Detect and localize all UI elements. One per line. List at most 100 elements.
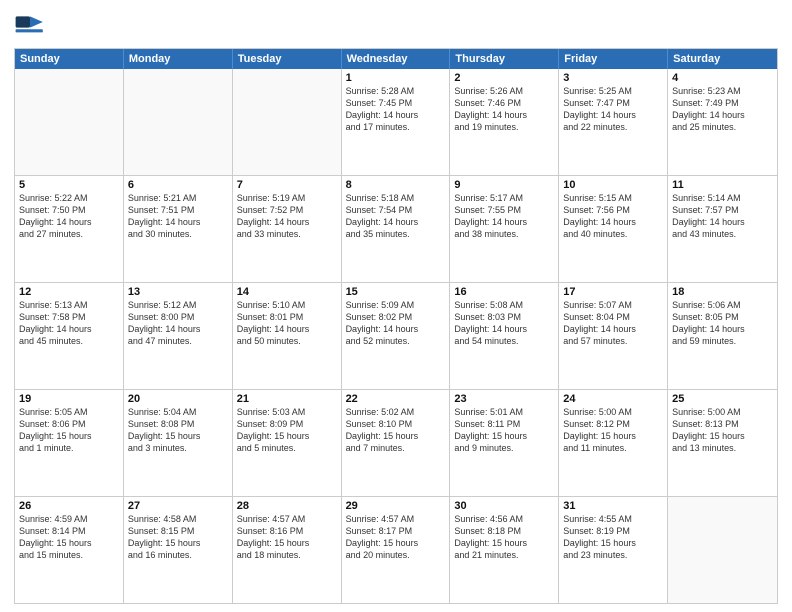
cell-info-line: Sunrise: 5:15 AM <box>563 192 663 204</box>
calendar-cell: 6Sunrise: 5:21 AMSunset: 7:51 PMDaylight… <box>124 176 233 282</box>
logo <box>14 10 49 42</box>
cell-info-line: Sunrise: 4:55 AM <box>563 513 663 525</box>
calendar-cell: 25Sunrise: 5:00 AMSunset: 8:13 PMDayligh… <box>668 390 777 496</box>
cell-info-line: Sunrise: 5:25 AM <box>563 85 663 97</box>
cell-info-line: and 30 minutes. <box>128 228 228 240</box>
cell-info-line: Daylight: 14 hours <box>672 216 773 228</box>
cell-info-line: Daylight: 14 hours <box>237 323 337 335</box>
cell-info-line: Sunset: 8:19 PM <box>563 525 663 537</box>
cell-info-line: and 35 minutes. <box>346 228 446 240</box>
cell-info-line: Sunrise: 5:01 AM <box>454 406 554 418</box>
cell-info-line: Sunset: 8:14 PM <box>19 525 119 537</box>
cell-info-line: Sunset: 7:46 PM <box>454 97 554 109</box>
cell-info-line: Sunset: 7:49 PM <box>672 97 773 109</box>
cell-info-line: and 13 minutes. <box>672 442 773 454</box>
calendar-cell: 29Sunrise: 4:57 AMSunset: 8:17 PMDayligh… <box>342 497 451 603</box>
cell-info-line: and 23 minutes. <box>563 549 663 561</box>
calendar-cell: 22Sunrise: 5:02 AMSunset: 8:10 PMDayligh… <box>342 390 451 496</box>
cell-info-line: Sunrise: 4:59 AM <box>19 513 119 525</box>
cell-info-line: and 38 minutes. <box>454 228 554 240</box>
cell-info-line: Daylight: 14 hours <box>672 109 773 121</box>
cell-info-line: Sunrise: 5:10 AM <box>237 299 337 311</box>
cell-info-line: Sunset: 7:57 PM <box>672 204 773 216</box>
cell-info-line: Sunset: 8:11 PM <box>454 418 554 430</box>
calendar: SundayMondayTuesdayWednesdayThursdayFrid… <box>14 48 778 604</box>
cell-info-line: Daylight: 14 hours <box>454 323 554 335</box>
header-day-tuesday: Tuesday <box>233 49 342 69</box>
cell-info-line: Daylight: 15 hours <box>672 430 773 442</box>
day-number: 17 <box>563 286 663 298</box>
calendar-cell: 19Sunrise: 5:05 AMSunset: 8:06 PMDayligh… <box>15 390 124 496</box>
day-number: 24 <box>563 393 663 405</box>
calendar-cell: 28Sunrise: 4:57 AMSunset: 8:16 PMDayligh… <box>233 497 342 603</box>
header-day-wednesday: Wednesday <box>342 49 451 69</box>
day-number: 29 <box>346 500 446 512</box>
cell-info-line: Sunrise: 5:22 AM <box>19 192 119 204</box>
cell-info-line: and 7 minutes. <box>346 442 446 454</box>
calendar-cell: 30Sunrise: 4:56 AMSunset: 8:18 PMDayligh… <box>450 497 559 603</box>
cell-info-line: Sunrise: 4:56 AM <box>454 513 554 525</box>
calendar-body: 1Sunrise: 5:28 AMSunset: 7:45 PMDaylight… <box>15 69 777 603</box>
day-number: 19 <box>19 393 119 405</box>
cell-info-line: Daylight: 15 hours <box>237 430 337 442</box>
calendar-week-3: 12Sunrise: 5:13 AMSunset: 7:58 PMDayligh… <box>15 282 777 389</box>
calendar-cell: 4Sunrise: 5:23 AMSunset: 7:49 PMDaylight… <box>668 69 777 175</box>
cell-info-line: and 59 minutes. <box>672 335 773 347</box>
calendar-week-2: 5Sunrise: 5:22 AMSunset: 7:50 PMDaylight… <box>15 175 777 282</box>
calendar-week-5: 26Sunrise: 4:59 AMSunset: 8:14 PMDayligh… <box>15 496 777 603</box>
cell-info-line: Daylight: 14 hours <box>454 109 554 121</box>
day-number: 15 <box>346 286 446 298</box>
cell-info-line: and 54 minutes. <box>454 335 554 347</box>
page: SundayMondayTuesdayWednesdayThursdayFrid… <box>0 0 792 612</box>
day-number: 13 <box>128 286 228 298</box>
cell-info-line: Sunset: 7:55 PM <box>454 204 554 216</box>
cell-info-line: Sunrise: 5:03 AM <box>237 406 337 418</box>
cell-info-line: Sunrise: 5:07 AM <box>563 299 663 311</box>
cell-info-line: Daylight: 15 hours <box>454 537 554 549</box>
day-number: 18 <box>672 286 773 298</box>
calendar-cell: 21Sunrise: 5:03 AMSunset: 8:09 PMDayligh… <box>233 390 342 496</box>
day-number: 14 <box>237 286 337 298</box>
cell-info-line: Sunrise: 5:12 AM <box>128 299 228 311</box>
day-number: 4 <box>672 72 773 84</box>
calendar-week-4: 19Sunrise: 5:05 AMSunset: 8:06 PMDayligh… <box>15 389 777 496</box>
calendar-cell: 15Sunrise: 5:09 AMSunset: 8:02 PMDayligh… <box>342 283 451 389</box>
day-number: 30 <box>454 500 554 512</box>
cell-info-line: and 1 minute. <box>19 442 119 454</box>
cell-info-line: and 5 minutes. <box>237 442 337 454</box>
cell-info-line: Daylight: 14 hours <box>346 216 446 228</box>
cell-info-line: Sunset: 8:02 PM <box>346 311 446 323</box>
cell-info-line: and 22 minutes. <box>563 121 663 133</box>
cell-info-line: Sunset: 8:05 PM <box>672 311 773 323</box>
cell-info-line: Sunrise: 5:26 AM <box>454 85 554 97</box>
calendar-cell: 11Sunrise: 5:14 AMSunset: 7:57 PMDayligh… <box>668 176 777 282</box>
cell-info-line: Daylight: 15 hours <box>346 430 446 442</box>
cell-info-line: and 47 minutes. <box>128 335 228 347</box>
cell-info-line: Sunrise: 5:19 AM <box>237 192 337 204</box>
cell-info-line: Sunrise: 5:09 AM <box>346 299 446 311</box>
cell-info-line: and 50 minutes. <box>237 335 337 347</box>
header-day-saturday: Saturday <box>668 49 777 69</box>
header-day-thursday: Thursday <box>450 49 559 69</box>
calendar-cell: 12Sunrise: 5:13 AMSunset: 7:58 PMDayligh… <box>15 283 124 389</box>
day-number: 10 <box>563 179 663 191</box>
cell-info-line: Daylight: 15 hours <box>19 537 119 549</box>
cell-info-line: Sunset: 7:47 PM <box>563 97 663 109</box>
cell-info-line: and 57 minutes. <box>563 335 663 347</box>
calendar-cell: 5Sunrise: 5:22 AMSunset: 7:50 PMDaylight… <box>15 176 124 282</box>
calendar-cell: 3Sunrise: 5:25 AMSunset: 7:47 PMDaylight… <box>559 69 668 175</box>
calendar-cell: 7Sunrise: 5:19 AMSunset: 7:52 PMDaylight… <box>233 176 342 282</box>
cell-info-line: Sunset: 8:00 PM <box>128 311 228 323</box>
cell-info-line: Sunrise: 4:58 AM <box>128 513 228 525</box>
cell-info-line: and 45 minutes. <box>19 335 119 347</box>
cell-info-line: Sunset: 7:51 PM <box>128 204 228 216</box>
cell-info-line: Daylight: 14 hours <box>237 216 337 228</box>
cell-info-line: and 25 minutes. <box>672 121 773 133</box>
day-number: 3 <box>563 72 663 84</box>
cell-info-line: Daylight: 15 hours <box>19 430 119 442</box>
cell-info-line: Daylight: 15 hours <box>454 430 554 442</box>
cell-info-line: Daylight: 14 hours <box>454 216 554 228</box>
cell-info-line: Sunrise: 5:04 AM <box>128 406 228 418</box>
day-number: 28 <box>237 500 337 512</box>
cell-info-line: and 27 minutes. <box>19 228 119 240</box>
